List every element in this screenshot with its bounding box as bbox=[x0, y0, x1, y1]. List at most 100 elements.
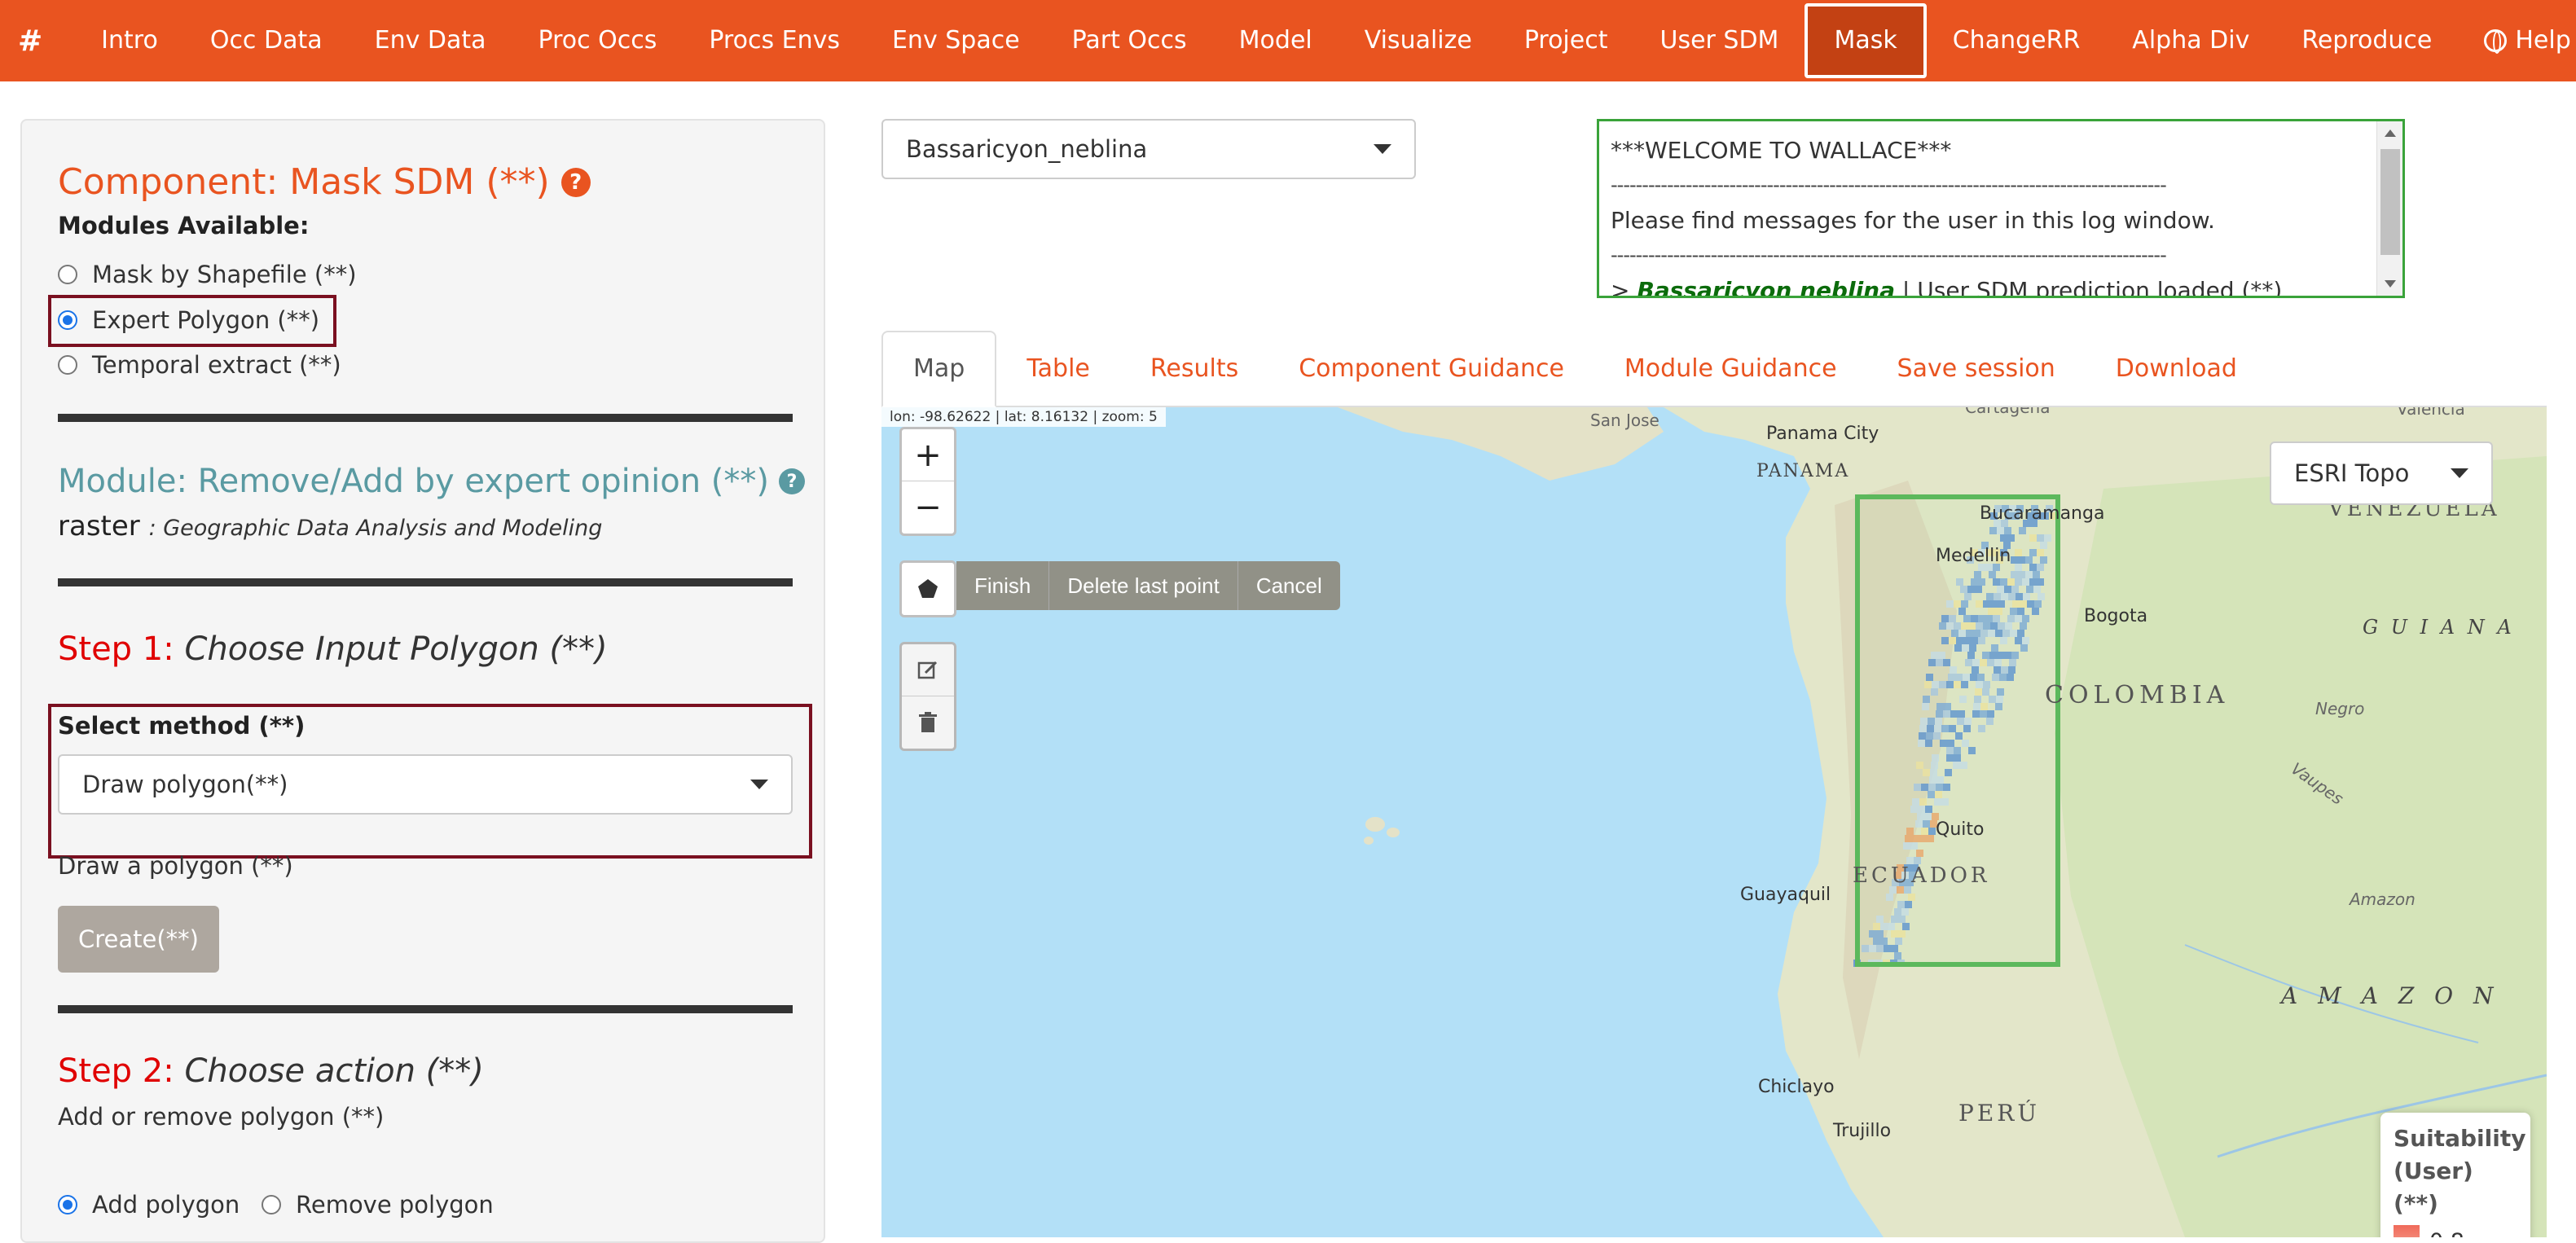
radio-button[interactable] bbox=[58, 355, 77, 375]
module-radio-temporal-extract[interactable]: Temporal extract (**) bbox=[58, 351, 341, 379]
galapagos-island bbox=[1387, 828, 1400, 837]
chevron-down-icon bbox=[1374, 144, 1391, 154]
action-label: Remove polygon bbox=[296, 1191, 494, 1219]
tab-table[interactable]: Table bbox=[996, 332, 1120, 406]
step2-title: Step 2: Choose action (**) bbox=[58, 1052, 484, 1090]
log-scrollbar[interactable] bbox=[2376, 121, 2402, 296]
scroll-up-icon[interactable] bbox=[2385, 130, 2396, 137]
radio-button[interactable] bbox=[262, 1195, 281, 1214]
log-entry-prefix: > bbox=[1611, 277, 1637, 298]
label-amazon-region: A M A Z O N bbox=[2281, 982, 2500, 1009]
nav-alpha-div[interactable]: Alpha Div bbox=[2106, 7, 2275, 75]
nav-project[interactable]: Project bbox=[1498, 7, 1634, 75]
nav-user-sdm[interactable]: User SDM bbox=[1634, 7, 1805, 75]
log-title: ***WELCOME TO WALLACE*** bbox=[1611, 137, 1952, 164]
cancel-button[interactable]: Cancel bbox=[1237, 561, 1340, 610]
scroll-down-icon[interactable] bbox=[2385, 280, 2396, 288]
action-label: Add polygon bbox=[92, 1191, 240, 1219]
nav-mask[interactable]: Mask bbox=[1805, 3, 1927, 78]
log-divider: ----------------------------------------… bbox=[1611, 244, 2167, 266]
help-question-icon[interactable]: ? bbox=[779, 468, 805, 494]
step2-number: Step 2: bbox=[58, 1052, 174, 1090]
species-value: Bassaricyon_neblina bbox=[906, 135, 1148, 163]
label-negro-river: Negro bbox=[2315, 699, 2365, 718]
finish-button[interactable]: Finish bbox=[956, 561, 1048, 610]
label-amazon-river: Amazon bbox=[2350, 889, 2416, 909]
log-window[interactable]: ***WELCOME TO WALLACE*** ---------------… bbox=[1597, 119, 2405, 298]
label-panama-city: Panama City bbox=[1766, 424, 1879, 444]
nav-changerr[interactable]: ChangeRR bbox=[1927, 7, 2107, 75]
divider bbox=[58, 1005, 793, 1013]
nav-intro[interactable]: Intro bbox=[75, 7, 184, 75]
draw-polygon-button[interactable] bbox=[899, 560, 956, 617]
nav-reproduce[interactable]: Reproduce bbox=[2275, 7, 2458, 75]
radio-remove-polygon[interactable]: Remove polygon bbox=[262, 1191, 494, 1219]
nav-env-data[interactable]: Env Data bbox=[349, 7, 512, 75]
module-label: Expert Polygon (**) bbox=[92, 306, 320, 334]
label-guayaquil: Guayaquil bbox=[1740, 885, 1831, 905]
tab-component-guidance[interactable]: Component Guidance bbox=[1268, 332, 1594, 406]
label-guiana: G U I A N A bbox=[2363, 616, 2515, 639]
nav-part-occs[interactable]: Part Occs bbox=[1046, 7, 1213, 75]
expert-polygon bbox=[1855, 494, 2060, 967]
radio-button[interactable] bbox=[58, 265, 77, 284]
nav-env-space[interactable]: Env Space bbox=[866, 7, 1046, 75]
radio-add-polygon[interactable]: Add polygon bbox=[58, 1191, 240, 1219]
zoom-out-button[interactable]: − bbox=[902, 481, 954, 534]
map-basemap bbox=[1338, 407, 2547, 1237]
brand-hash[interactable]: # bbox=[18, 24, 42, 58]
select-method-label: Select method (**) bbox=[58, 712, 306, 740]
legend-color-swatch bbox=[2394, 1225, 2420, 1237]
log-message: Please find messages for the user in thi… bbox=[1611, 207, 2215, 234]
top-navbar: # Intro Occ Data Env Data Proc Occs Proc… bbox=[0, 0, 2576, 81]
tab-save-session[interactable]: Save session bbox=[1867, 332, 2086, 406]
nav-visualize[interactable]: Visualize bbox=[1339, 7, 1498, 75]
draw-polygon-hint: Draw a polygon (**) bbox=[58, 852, 293, 880]
radio-button-checked[interactable] bbox=[58, 1195, 77, 1214]
label-chiclayo: Chiclayo bbox=[1758, 1077, 1835, 1097]
create-button[interactable]: Create(**) bbox=[58, 906, 219, 973]
step2-text: Choose action (**) bbox=[184, 1052, 484, 1090]
tab-map[interactable]: Map bbox=[881, 331, 997, 407]
scroll-thumb[interactable] bbox=[2380, 149, 2400, 255]
module-radio-expert-polygon[interactable]: Expert Polygon (**) bbox=[58, 306, 319, 334]
radio-button-checked[interactable] bbox=[58, 310, 77, 330]
draw-actions-bar: Finish Delete last point Cancel bbox=[956, 561, 1340, 610]
edit-toolbar bbox=[899, 642, 956, 751]
select-method-dropdown[interactable]: Draw polygon(**) bbox=[58, 754, 793, 815]
basemap-value: ESRI Topo bbox=[2294, 459, 2410, 487]
label-bucaramanga: Bucaramanga bbox=[1980, 503, 2105, 524]
nav-help-menu[interactable]: Help bbox=[2458, 7, 2576, 75]
legend-value: 0.8 bbox=[2429, 1229, 2464, 1238]
tab-results[interactable]: Results bbox=[1120, 332, 1268, 406]
nav-model[interactable]: Model bbox=[1213, 7, 1339, 75]
label-ecuador: ECUADOR bbox=[1853, 863, 1990, 888]
delete-last-point-button[interactable]: Delete last point bbox=[1048, 561, 1237, 610]
tab-module-guidance[interactable]: Module Guidance bbox=[1594, 332, 1867, 406]
delete-layers-button[interactable] bbox=[902, 696, 954, 749]
map-coordinates: lon: -98.62622 | lat: 8.16132 | zoom: 5 bbox=[881, 407, 1166, 427]
step1-text: Choose Input Polygon (**) bbox=[184, 630, 608, 668]
trash-icon bbox=[919, 712, 937, 732]
zoom-control: + − bbox=[899, 427, 956, 536]
label-san-jose: San Jose bbox=[1590, 411, 1659, 430]
log-entry-species: Bassaricyon neblina bbox=[1637, 277, 1896, 298]
sidebar-panel: Component: Mask SDM (**) ? Modules Avail… bbox=[20, 119, 825, 1243]
zoom-in-button[interactable]: + bbox=[902, 429, 954, 481]
nav-help-label: Help bbox=[2515, 26, 2571, 55]
chevron-down-icon bbox=[750, 780, 768, 789]
nav-occ-data[interactable]: Occ Data bbox=[184, 7, 349, 75]
tab-download[interactable]: Download bbox=[2086, 332, 2267, 406]
label-peru: PERÚ bbox=[1958, 1100, 2040, 1127]
nav-proc-occs[interactable]: Proc Occs bbox=[512, 7, 684, 75]
chevron-down-icon bbox=[2451, 468, 2468, 478]
species-dropdown[interactable]: Bassaricyon_neblina bbox=[881, 119, 1416, 179]
module-radio-mask-shapefile[interactable]: Mask by Shapefile (**) bbox=[58, 261, 357, 288]
nav-procs-envs[interactable]: Procs Envs bbox=[683, 7, 866, 75]
help-question-icon[interactable]: ? bbox=[560, 167, 591, 197]
map-view[interactable]: lon: -98.62622 | lat: 8.16132 | zoom: 5 … bbox=[881, 407, 2547, 1237]
basemap-dropdown[interactable]: ESRI Topo bbox=[2270, 441, 2493, 505]
select-method-value: Draw polygon(**) bbox=[82, 771, 288, 798]
step1-title: Step 1: Choose Input Polygon (**) bbox=[58, 630, 608, 668]
edit-layers-button[interactable] bbox=[902, 644, 954, 696]
